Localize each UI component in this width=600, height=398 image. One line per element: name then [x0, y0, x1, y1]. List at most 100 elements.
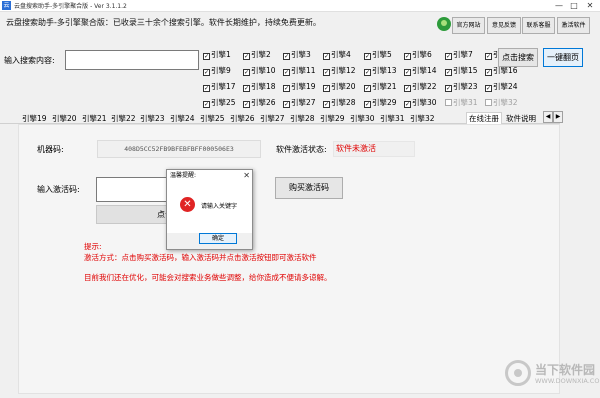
tab-scroll-left-icon[interactable]: ◀	[543, 111, 553, 123]
engine-label: 引擎24	[493, 82, 518, 91]
tab-4[interactable]: 引擎22	[111, 113, 136, 124]
tab-15[interactable]: 在线注册	[466, 112, 502, 124]
checkbox-icon[interactable]: ✓	[404, 53, 411, 60]
engine-checkbox-9[interactable]: ✓ 引擎9	[203, 65, 231, 77]
dialog-title: 温馨提醒:	[167, 170, 252, 182]
engine-checkbox-14[interactable]: ✓ 引擎14	[404, 65, 437, 77]
search-button[interactable]: 点击搜索	[498, 48, 538, 67]
engine-checkbox-19[interactable]: ✓ 引擎19	[283, 81, 316, 93]
checkbox-icon[interactable]: ✓	[364, 53, 371, 60]
tip-title: 提示:	[84, 242, 102, 251]
engine-checkbox-23[interactable]: ✓ 引擎23	[445, 81, 478, 93]
engine-checkbox-12[interactable]: ✓ 引擎12	[323, 65, 356, 77]
engine-checkbox-5[interactable]: ✓ 引擎5	[364, 49, 392, 61]
checkbox-icon[interactable]: ✓	[364, 85, 371, 92]
engine-checkbox-4[interactable]: ✓ 引擎4	[323, 49, 351, 61]
checkbox-icon[interactable]: ✓	[243, 85, 250, 92]
checkbox-icon[interactable]: ✓	[485, 85, 492, 92]
engine-checkbox-17[interactable]: ✓ 引擎17	[203, 81, 236, 93]
engine-checkbox-26[interactable]: ✓ 引擎26	[243, 97, 276, 109]
engine-checkbox-32[interactable]: 引擎32	[485, 97, 518, 109]
checkbox-icon[interactable]: ✓	[283, 85, 290, 92]
engine-checkbox-24[interactable]: ✓ 引擎24	[485, 81, 518, 93]
checkbox-icon[interactable]: ✓	[404, 85, 411, 92]
checkbox-icon[interactable]: ✓	[364, 101, 371, 108]
tab-9[interactable]: 引擎27	[260, 113, 285, 124]
engine-checkbox-6[interactable]: ✓ 引擎6	[404, 49, 432, 61]
engine-label: 引擎19	[291, 82, 316, 91]
tab-16[interactable]: 软件说明	[506, 113, 536, 124]
engine-checkbox-18[interactable]: ✓ 引擎18	[243, 81, 276, 93]
checkbox-icon[interactable]: ✓	[283, 101, 290, 108]
engine-checkbox-28[interactable]: ✓ 引擎28	[323, 97, 356, 109]
official-site-button[interactable]: 官方网站	[452, 17, 485, 34]
tab-8[interactable]: 引擎26	[230, 113, 255, 124]
buy-code-button[interactable]: 购买激活码	[275, 177, 343, 199]
tab-2[interactable]: 引擎20	[52, 113, 77, 124]
checkbox-icon[interactable]: ✓	[485, 53, 492, 60]
checkbox-icon[interactable]: ✓	[323, 85, 330, 92]
tab-6[interactable]: 引擎24	[170, 113, 195, 124]
tab-strip: 引擎19 引擎20 引擎21 引擎22 引擎23 引擎24 引擎25 引擎26 引擎27 引擎28…	[0, 112, 560, 124]
checkbox-icon[interactable]: ✓	[323, 101, 330, 108]
checkbox-icon[interactable]: ✓	[485, 69, 492, 76]
tab-5[interactable]: 引擎23	[140, 113, 165, 124]
engine-checkbox-1[interactable]: ✓ 引擎1	[203, 49, 231, 61]
engine-checkbox-13[interactable]: ✓ 引擎13	[364, 65, 397, 77]
tab-1[interactable]: 引擎19	[22, 113, 47, 124]
checkbox-icon[interactable]: ✓	[445, 85, 452, 92]
engine-checkbox-7[interactable]: ✓ 引擎7	[445, 49, 473, 61]
checkbox-icon[interactable]	[485, 99, 492, 106]
panel-scrollbar[interactable]	[560, 124, 569, 394]
engine-checkbox-11[interactable]: ✓ 引擎11	[283, 65, 316, 77]
tab-13[interactable]: 引擎31	[380, 113, 405, 124]
checkbox-icon[interactable]: ✓	[283, 53, 290, 60]
contact-support-button[interactable]: 联系客服	[522, 17, 555, 34]
checkbox-icon[interactable]: ✓	[203, 69, 210, 76]
engine-label: 引擎4	[331, 50, 351, 59]
checkbox-icon[interactable]: ✓	[203, 101, 210, 108]
checkbox-icon[interactable]: ✓	[203, 53, 210, 60]
tab-scroll-right-icon[interactable]: ▶	[553, 111, 563, 123]
checkbox-icon[interactable]: ✓	[323, 69, 330, 76]
engine-checkbox-25[interactable]: ✓ 引擎25	[203, 97, 236, 109]
checkbox-icon[interactable]: ✓	[364, 69, 371, 76]
engine-checkbox-10[interactable]: ✓ 引擎10	[243, 65, 276, 77]
engine-checkbox-30[interactable]: ✓ 引擎30	[404, 97, 437, 109]
checkbox-icon[interactable]: ✓	[243, 53, 250, 60]
tab-12[interactable]: 引擎30	[350, 113, 375, 124]
dialog-close-icon[interactable]: ✕	[243, 170, 250, 182]
tab-7[interactable]: 引擎25	[200, 113, 225, 124]
engine-checkbox-3[interactable]: ✓ 引擎3	[283, 49, 311, 61]
dialog-ok-button[interactable]: 确定	[199, 233, 237, 244]
checkbox-icon[interactable]: ✓	[203, 85, 210, 92]
checkbox-icon[interactable]: ✓	[243, 101, 250, 108]
engine-checkbox-27[interactable]: ✓ 引擎27	[283, 97, 316, 109]
engine-label: 引擎7	[453, 50, 473, 59]
engine-checkbox-2[interactable]: ✓ 引擎2	[243, 49, 271, 61]
engine-checkbox-21[interactable]: ✓ 引擎21	[364, 81, 397, 93]
checkbox-icon[interactable]: ✓	[283, 69, 290, 76]
tab-10[interactable]: 引擎28	[290, 113, 315, 124]
tab-11[interactable]: 引擎29	[320, 113, 345, 124]
checkbox-icon[interactable]: ✓	[445, 53, 452, 60]
engine-checkbox-31[interactable]: 引擎31	[445, 97, 478, 109]
engine-label: 引擎17	[211, 82, 236, 91]
tab-14[interactable]: 引擎32	[410, 113, 435, 124]
tab-3[interactable]: 引擎21	[82, 113, 107, 124]
checkbox-icon[interactable]	[445, 99, 452, 106]
engine-checkbox-29[interactable]: ✓ 引擎29	[364, 97, 397, 109]
search-input[interactable]	[65, 50, 199, 70]
engine-checkbox-22[interactable]: ✓ 引擎22	[404, 81, 437, 93]
engine-checkbox-20[interactable]: ✓ 引擎20	[323, 81, 356, 93]
checkbox-icon[interactable]: ✓	[404, 69, 411, 76]
checkbox-icon[interactable]: ✓	[243, 69, 250, 76]
activate-software-button[interactable]: 激活软件	[557, 17, 590, 34]
checkbox-icon[interactable]: ✓	[323, 53, 330, 60]
close-button[interactable]: ✕	[581, 0, 599, 12]
engine-checkbox-15[interactable]: ✓ 引擎15	[445, 65, 478, 77]
one-click-page-button[interactable]: 一键翻页	[543, 48, 583, 67]
feedback-button[interactable]: 意见反馈	[487, 17, 521, 34]
checkbox-icon[interactable]: ✓	[445, 69, 452, 76]
checkbox-icon[interactable]: ✓	[404, 101, 411, 108]
